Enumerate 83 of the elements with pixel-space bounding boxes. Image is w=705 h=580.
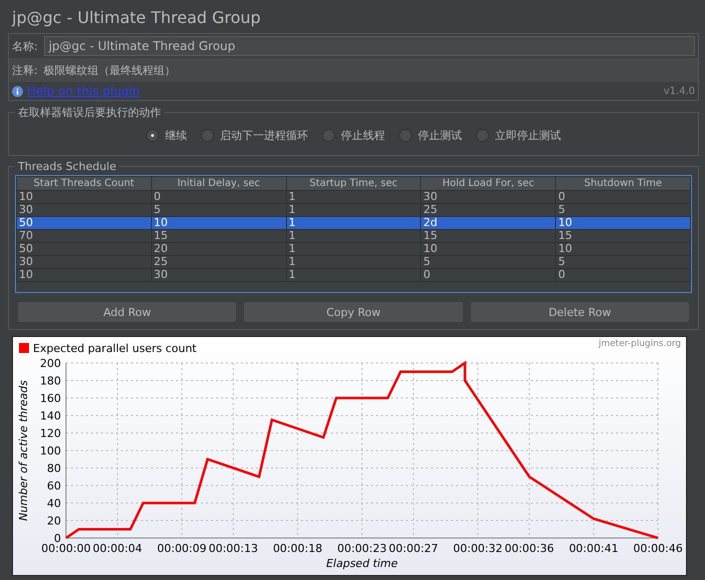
table-cell: 0 <box>420 268 556 282</box>
column-header[interactable]: Start Threads Count <box>16 176 152 190</box>
radio-button[interactable] <box>322 129 335 142</box>
table-cell: 1 <box>286 242 421 256</box>
axis-tick-label: 00:00:41 <box>568 542 618 555</box>
axis-tick-label: 00:00:13 <box>208 542 258 555</box>
version-text: v1.4.0 <box>664 86 695 96</box>
axis-tick-label: 00:00:36 <box>504 542 554 555</box>
table-cell: 50 <box>16 242 152 256</box>
axis-tick-label: 200 <box>40 357 61 370</box>
name-field[interactable]: jp@gc - Ultimate Thread Group <box>44 36 695 56</box>
axis-tick-label: 00:00:00 <box>41 542 91 555</box>
axis-tick-label: 00:00:27 <box>388 542 438 555</box>
table-cell: 10 <box>556 242 690 256</box>
table-cell: 30 <box>16 256 152 268</box>
window-title: jp@gc - Ultimate Thread Group <box>10 7 262 29</box>
axis-tick-label: 120 <box>40 427 61 440</box>
radio-label: 停止测试 <box>418 128 462 143</box>
column-header[interactable]: Initial Delay, sec <box>151 176 286 190</box>
table-cell: 10 <box>420 242 556 256</box>
axis-tick-label: 80 <box>47 462 61 475</box>
axis-tick-label: 00:00:18 <box>272 542 322 555</box>
table-cell: 5 <box>420 256 556 268</box>
row-button[interactable]: Copy Row <box>243 301 464 323</box>
table-cell: 20 <box>151 242 286 256</box>
column-header[interactable]: Hold Load For, sec <box>420 176 556 190</box>
comment-text: 极限螺纹组（最终线程组） <box>44 62 176 78</box>
radio-button[interactable] <box>476 129 489 142</box>
axis-tick-label: 40 <box>47 497 61 510</box>
table-cell: 0 <box>556 190 690 204</box>
axis-tick-label: 00:00:46 <box>633 542 683 555</box>
table-cell: 1 <box>286 190 421 204</box>
radio-button[interactable] <box>201 129 214 142</box>
y-axis-title: Number of active threads <box>17 380 30 521</box>
table-cell: 30 <box>420 190 556 204</box>
axis-tick-label: 180 <box>40 374 61 388</box>
table-cell: 5 <box>556 256 690 268</box>
axis-tick-label: 00:00:32 <box>453 542 503 555</box>
table-cell: 0 <box>151 190 286 204</box>
table-cell: 1 <box>286 268 421 282</box>
table-cell: 50 <box>16 216 152 230</box>
axis-tick-label: 00:00:09 <box>157 542 207 555</box>
row-button[interactable]: Add Row <box>17 301 238 323</box>
radio-label: 启动下一进程循环 <box>220 128 308 143</box>
axis-tick-label: 20 <box>47 514 61 528</box>
table-cell: 10 <box>16 268 152 282</box>
table-cell: 10 <box>556 216 690 230</box>
radio-button[interactable] <box>399 129 412 142</box>
axis-tick-label: 00:00:04 <box>92 542 142 555</box>
table-cell: 70 <box>16 230 152 242</box>
axis-tick-label: 0 <box>54 532 61 545</box>
table-cell: 30 <box>151 268 286 282</box>
group-title: 在取样器错误后要执行的动作 <box>17 105 162 120</box>
table-cell: 15 <box>556 230 690 242</box>
radio-label: 停止线程 <box>341 128 385 143</box>
table-cell: 10 <box>16 190 152 204</box>
group-title: Threads Schedule <box>17 160 118 173</box>
column-header[interactable]: Shutdown Time <box>556 176 690 190</box>
table-cell: 25 <box>151 256 286 268</box>
axis-tick-label: 100 <box>40 444 61 458</box>
radio-button[interactable] <box>146 129 159 142</box>
table-cell: 1 <box>286 230 421 242</box>
table-cell: 0 <box>556 268 690 282</box>
table-cell: 10 <box>151 216 286 230</box>
axis-tick-label: 160 <box>40 392 61 405</box>
table-cell: 2d <box>420 216 556 230</box>
axis-tick-label: 00:00:23 <box>337 542 387 555</box>
axis-tick-label: 140 <box>40 410 61 422</box>
table-cell: 15 <box>151 230 286 242</box>
legend-label: Expected parallel users count <box>33 342 196 355</box>
row-button[interactable]: Delete Row <box>470 301 690 323</box>
table-cell: 1 <box>286 216 421 230</box>
name-label: 名称: <box>12 38 38 54</box>
column-header[interactable]: Startup Time, sec <box>286 176 421 190</box>
credit-text: jmeter-plugins.org <box>598 339 681 349</box>
radio-label: 立即停止测试 <box>495 128 561 143</box>
x-axis-title: Elapsed time <box>326 557 398 570</box>
axis-tick-label: 60 <box>47 480 61 492</box>
table-cell: 1 <box>286 256 421 268</box>
radio-label: 继续 <box>165 128 187 143</box>
comment-label: 注释: <box>12 62 38 78</box>
table-cell: 15 <box>420 230 556 242</box>
info-icon <box>12 86 23 96</box>
